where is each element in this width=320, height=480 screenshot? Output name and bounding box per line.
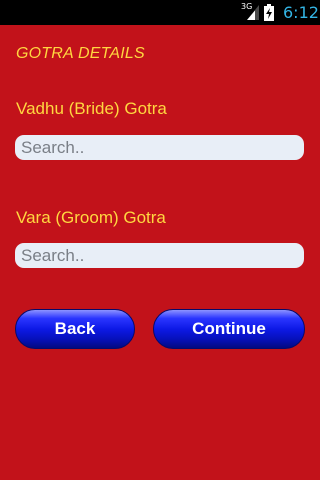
page-title: GOTRA DETAILS	[16, 45, 145, 62]
signal-icon	[247, 5, 259, 20]
continue-button-label: Continue	[192, 319, 266, 338]
status-bar: 3G 6:12	[0, 0, 320, 25]
clock: 6:12	[283, 3, 319, 22]
groom-gotra-label: Vara (Groom) Gotra	[16, 208, 166, 227]
back-button-label: Back	[54, 319, 96, 338]
back-button[interactable]: Back	[15, 309, 135, 349]
continue-button[interactable]: Continue	[153, 309, 305, 349]
battery-charging-icon	[264, 4, 274, 21]
groom-gotra-search-input[interactable]	[15, 243, 304, 268]
bride-gotra-label: Vadhu (Bride) Gotra	[16, 99, 167, 118]
bride-gotra-search-input[interactable]	[15, 135, 304, 160]
gotra-details-screen: GOTRA DETAILS Vadhu (Bride) Gotra Vara (…	[0, 25, 320, 480]
